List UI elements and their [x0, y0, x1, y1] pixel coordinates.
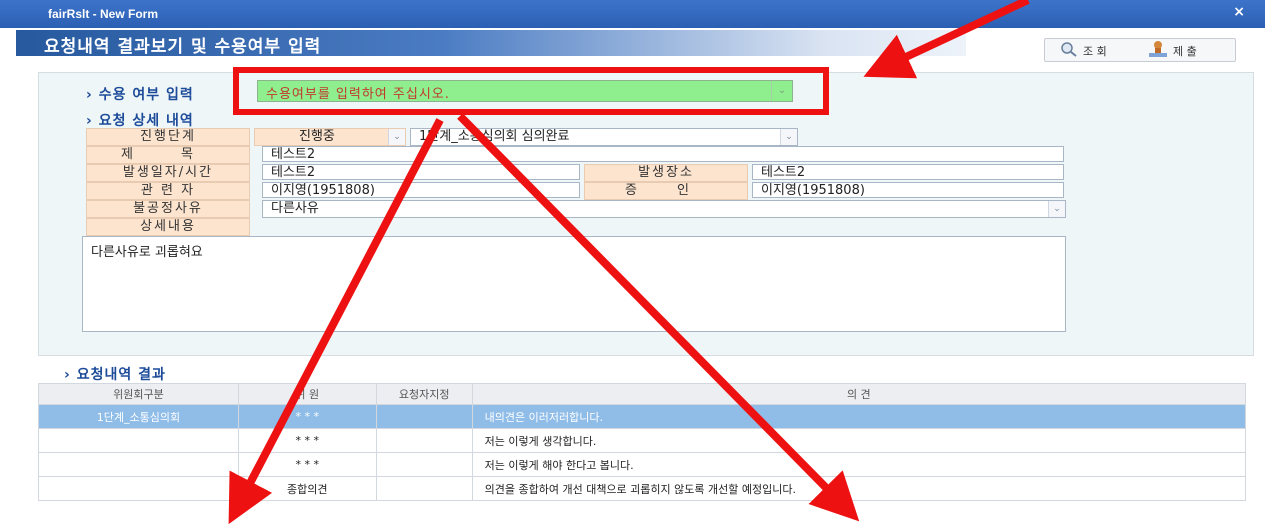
table-row[interactable]: 1단계_소통심의회 * * * 내의견은 이러저러합니다.: [38, 404, 1247, 429]
chevron-down-icon: ⌄: [388, 129, 405, 145]
cell-member: * * *: [237, 428, 377, 453]
table-row[interactable]: * * * 저는 이렇게 해야 한다고 봅니다.: [38, 452, 1247, 477]
chevron-down-icon: ⌄: [771, 81, 792, 101]
cell-designated: [375, 452, 473, 477]
cell-opinion: 내의견은 이러저러합니다.: [471, 404, 1247, 429]
close-icon[interactable]: ×: [1233, 4, 1245, 20]
cell-opinion: 저는 이렇게 생각합니다.: [471, 428, 1247, 453]
cell-committee: [38, 476, 239, 501]
cell-opinion: 저는 이렇게 해야 한다고 봅니다.: [471, 452, 1247, 477]
table-row[interactable]: * * * 저는 이렇게 생각합니다.: [38, 428, 1247, 453]
cell-designated: [375, 404, 473, 429]
column-header-designated[interactable]: 요청자지정: [375, 383, 473, 405]
grid-header-row: 위원회구분 위 원 요청자지정 의 견: [38, 383, 1247, 405]
chevron-down-icon: ⌄: [1048, 201, 1065, 217]
stage-status-value: 진행중: [299, 129, 335, 144]
accept-section-label: 수용 여부 입력: [98, 87, 194, 103]
column-header-opinion[interactable]: 의 견: [471, 383, 1247, 405]
accept-section-title: › 수용 여부 입력: [86, 87, 194, 103]
datetime-field[interactable]: 테스트2: [262, 164, 580, 180]
content-label: 상세내용: [86, 218, 250, 236]
window-titlebar: fairRslt - New Form ×: [0, 0, 1265, 28]
result-section-label: 요청내역 결과: [76, 367, 166, 383]
submit-button[interactable]: 제 출: [1147, 40, 1197, 64]
content-textarea[interactable]: 다른사유로 괴롭혀요: [82, 236, 1066, 332]
cell-committee: [38, 428, 239, 453]
stage-value-text: 1단계_소통심의회 심의완료: [419, 129, 570, 144]
search-button[interactable]: 조 회: [1059, 40, 1107, 62]
detail-section-title: › 요청 상세 내역: [86, 113, 194, 129]
person-field[interactable]: 이지영(1951808): [262, 182, 580, 198]
cell-member: * * *: [237, 452, 377, 477]
stage-value-select[interactable]: 1단계_소통심의회 심의완료 ⌄: [410, 128, 798, 146]
reason-value: 다른사유: [271, 201, 319, 216]
content-text: 다른사유로 괴롭혀요: [91, 245, 203, 260]
cell-committee: [38, 452, 239, 477]
place-field[interactable]: 테스트2: [752, 164, 1064, 180]
result-grid: 위원회구분 위 원 요청자지정 의 견 1단계_소통심의회 * * * 내의견은…: [38, 383, 1247, 501]
cell-member: 종합의견: [237, 476, 377, 501]
accept-select-value: 수용여부를 입력하여 주십시오.: [266, 87, 450, 102]
chevron-down-icon: ⌄: [780, 129, 797, 145]
left-edge: [0, 28, 15, 524]
cell-designated: [375, 476, 473, 501]
page-title: 요청내역 결과보기 및 수용여부 입력: [44, 37, 322, 57]
cell-designated: [375, 428, 473, 453]
cell-member: * * *: [237, 404, 377, 429]
result-section-title: › 요청내역 결과: [64, 367, 166, 383]
column-header-committee[interactable]: 위원회구분: [38, 383, 239, 405]
page-header: 요청내역 결과보기 및 수용여부 입력: [16, 30, 966, 57]
submit-label: 제 출: [1173, 45, 1197, 58]
window-title: fairRslt - New Form: [48, 7, 159, 21]
stamp-icon: [1149, 41, 1167, 57]
cell-committee: 1단계_소통심의회: [38, 404, 239, 429]
column-header-member[interactable]: 위 원: [237, 383, 377, 405]
detail-section-label: 요청 상세 내역: [98, 113, 194, 129]
stage-label: 진행단계: [86, 128, 250, 146]
stage-status-select[interactable]: 진행중 ⌄: [254, 128, 406, 146]
search-label: 조 회: [1083, 45, 1107, 58]
search-icon: [1061, 42, 1077, 57]
table-row[interactable]: 종합의견 의견을 종합하여 개선 대책으로 괴롭히지 않도록 개선할 예정입니다…: [38, 476, 1247, 501]
title-field[interactable]: 테스트2: [262, 146, 1064, 162]
witness-field[interactable]: 이지영(1951808): [752, 182, 1064, 198]
accept-select[interactable]: 수용여부를 입력하여 주십시오. ⌄: [257, 80, 793, 102]
cell-opinion: 의견을 종합하여 개선 대책으로 괴롭히지 않도록 개선할 예정입니다.: [471, 476, 1247, 501]
person-label: 관 련 자: [86, 182, 250, 200]
reason-label: 불공정사유: [86, 200, 250, 218]
place-label: 발생장소: [584, 164, 748, 182]
header-toolbar: 조 회 제 출: [1044, 38, 1236, 62]
reason-select[interactable]: 다른사유 ⌄: [262, 200, 1066, 218]
title-label: 제 목: [86, 146, 250, 164]
witness-label: 증 인: [584, 182, 748, 200]
datetime-label: 발생일자/시간: [86, 164, 250, 182]
